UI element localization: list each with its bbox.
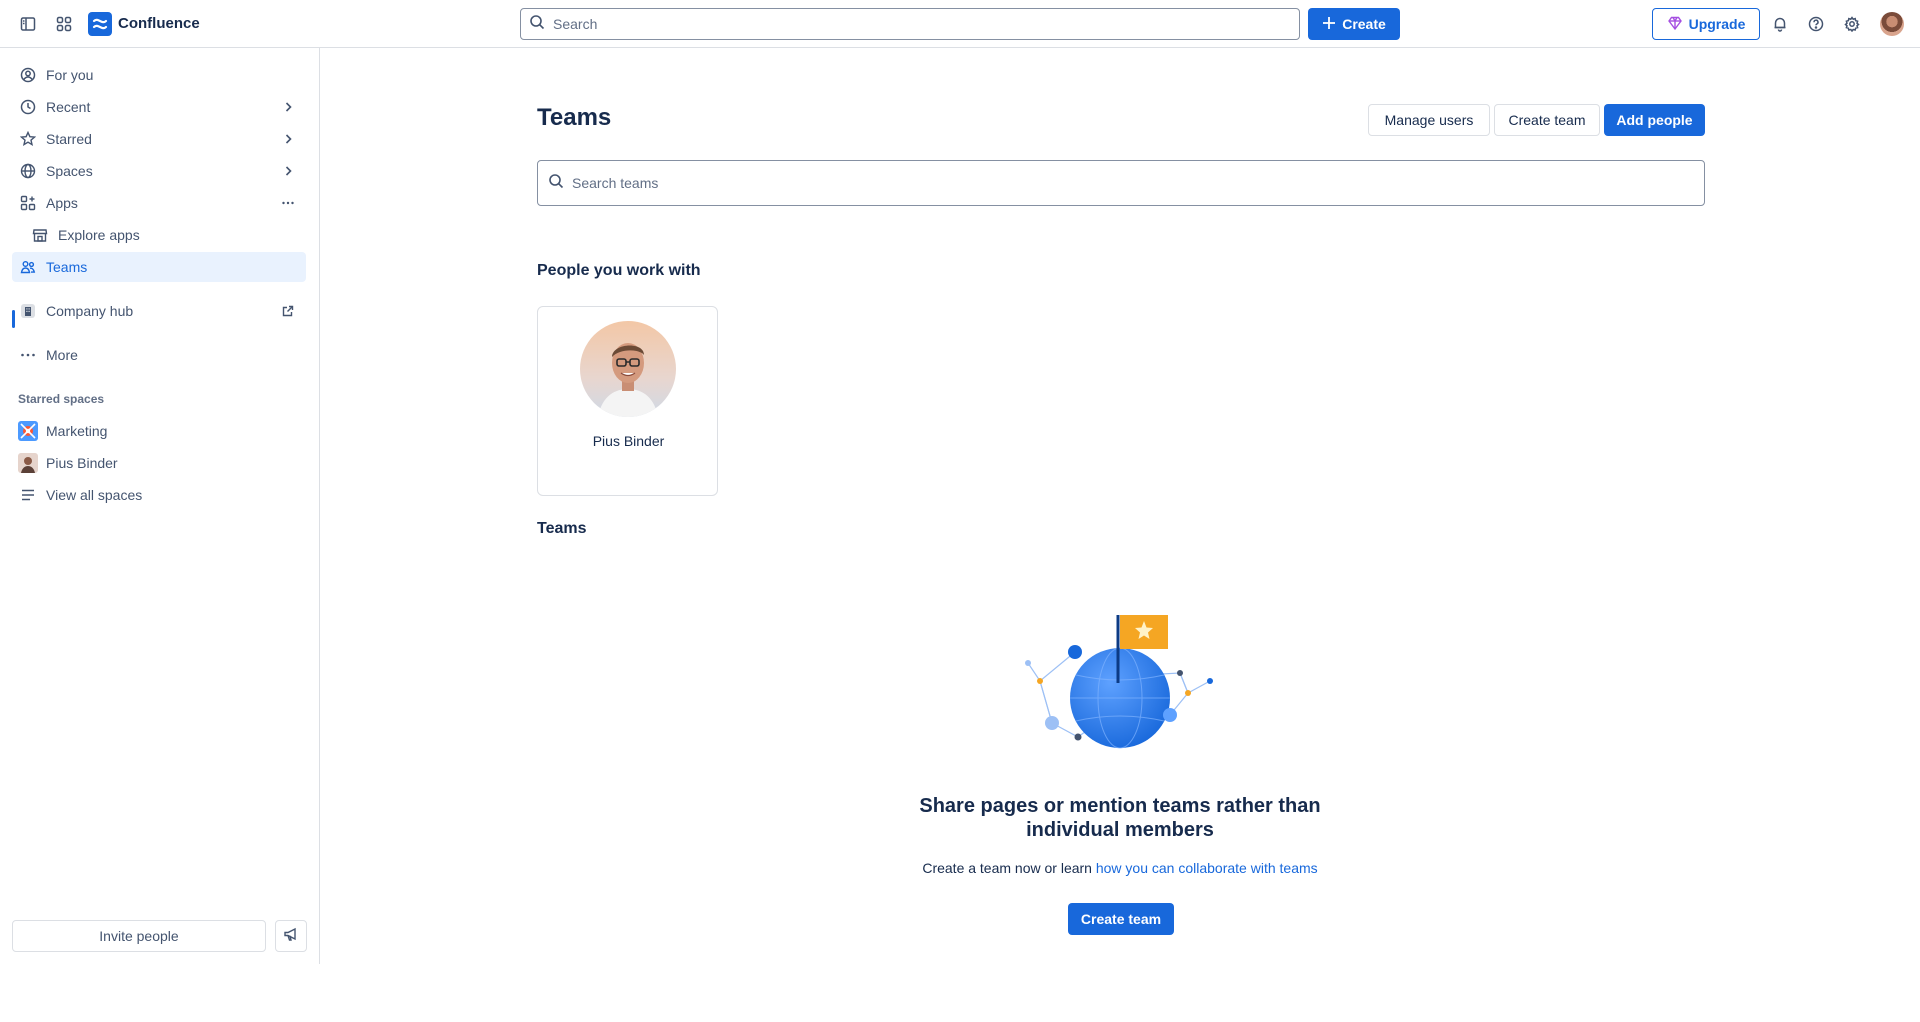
clock-icon	[18, 97, 38, 117]
settings-gear-icon[interactable]	[1840, 12, 1864, 36]
upgrade-button[interactable]: Upgrade	[1652, 8, 1760, 40]
invite-people-button[interactable]: Invite people	[12, 920, 266, 952]
globe-flag-illustration	[1020, 605, 1220, 755]
external-link-icon[interactable]	[280, 303, 296, 319]
sidebar-item-view-all-spaces[interactable]: View all spaces	[12, 480, 306, 510]
sidebar-item-label: Marketing	[46, 423, 108, 439]
sidebar-item-label: More	[46, 347, 78, 363]
person-name[interactable]: Pius Binder	[538, 433, 719, 449]
empty-state-text-prefix: Create a team now or learn	[922, 860, 1096, 876]
add-people-button[interactable]: Add people	[1604, 104, 1705, 136]
empty-state-create-team-button[interactable]: Create team	[1068, 903, 1174, 935]
sidebar-item-label: Pius Binder	[46, 455, 118, 471]
marketing-space-icon	[18, 421, 38, 441]
confluence-logo-icon[interactable]	[88, 12, 112, 36]
sidebar-item-company-hub[interactable]: Company hub	[12, 296, 306, 326]
starred-space-pius-binder[interactable]: Pius Binder	[12, 448, 306, 478]
app-switcher-icon[interactable]	[52, 12, 76, 36]
company-hub-icon	[18, 301, 38, 321]
sidebar-item-label: Company hub	[46, 303, 134, 319]
help-icon[interactable]	[1804, 12, 1828, 36]
profile-avatar[interactable]	[1880, 12, 1904, 36]
product-name[interactable]: Confluence	[118, 15, 200, 32]
apps-icon	[18, 193, 38, 213]
people-icon	[18, 257, 38, 277]
team-search-input[interactable]	[572, 175, 1672, 191]
collaborate-with-teams-link[interactable]: how you can collaborate with teams	[1096, 860, 1318, 876]
sidebar-item-label: View all spaces	[46, 487, 143, 503]
globe-icon	[18, 161, 38, 181]
notifications-bell-icon[interactable]	[1768, 12, 1792, 36]
sidebar-item-label: Teams	[46, 259, 88, 275]
sidebar-item-label: Starred	[46, 131, 92, 147]
starred-spaces-heading: Starred spaces	[18, 392, 105, 406]
page-title: Teams	[537, 104, 612, 131]
global-search-box[interactable]	[520, 8, 1300, 40]
chevron-right-icon[interactable]	[280, 163, 296, 179]
create-button[interactable]: Create	[1308, 8, 1400, 40]
sidebar: For you Recent Starred Spaces Apps Explo…	[0, 48, 320, 964]
top-navigation-bar: Confluence Create Upgrade	[0, 0, 1920, 48]
sidebar-item-recent[interactable]: Recent	[12, 92, 306, 122]
empty-state-text: Create a team now or learn how you can c…	[820, 860, 1420, 876]
megaphone-icon	[283, 926, 299, 947]
chevron-right-icon[interactable]	[280, 99, 296, 115]
more-icon	[18, 345, 38, 365]
create-button-label: Create	[1342, 16, 1386, 32]
sidebar-item-label: Spaces	[46, 163, 93, 179]
sidebar-item-more[interactable]: More	[12, 340, 306, 370]
more-icon[interactable]	[280, 195, 296, 211]
teams-section-heading: Teams	[537, 520, 587, 537]
star-icon	[18, 129, 38, 149]
plus-icon	[1322, 16, 1336, 33]
store-icon	[30, 225, 50, 245]
sidebar-item-apps[interactable]: Apps	[12, 188, 306, 218]
sidebar-item-teams[interactable]: Teams	[12, 252, 306, 282]
upgrade-button-label: Upgrade	[1688, 16, 1746, 32]
sidebar-toggle-icon[interactable]	[16, 12, 40, 36]
sidebar-item-spaces[interactable]: Spaces	[12, 156, 306, 186]
global-search-input[interactable]	[553, 16, 1253, 32]
manage-users-button[interactable]: Manage users	[1368, 104, 1490, 136]
search-icon	[529, 14, 545, 35]
sidebar-item-label: For you	[46, 67, 94, 83]
list-icon	[18, 485, 38, 505]
personal-space-avatar	[18, 453, 38, 473]
sidebar-item-explore-apps[interactable]: Explore apps	[24, 220, 306, 250]
sidebar-item-for-you[interactable]: For you	[12, 60, 306, 90]
sidebar-item-label: Explore apps	[58, 227, 140, 243]
sidebar-item-starred[interactable]: Starred	[12, 124, 306, 154]
person-card[interactable]: Pius Binder	[537, 306, 718, 496]
gem-icon	[1667, 15, 1683, 34]
sidebar-item-label: Recent	[46, 99, 91, 115]
starred-space-marketing[interactable]: Marketing	[12, 416, 306, 446]
feedback-button[interactable]	[275, 920, 307, 952]
sidebar-item-label: Apps	[46, 195, 78, 211]
user-circle-icon	[18, 65, 38, 85]
search-icon	[548, 173, 564, 194]
team-search-box[interactable]	[537, 160, 1705, 206]
person-avatar	[580, 321, 676, 417]
people-section-heading: People you work with	[537, 262, 701, 279]
create-team-button[interactable]: Create team	[1494, 104, 1600, 136]
chevron-right-icon[interactable]	[280, 131, 296, 147]
empty-state-heading: Share pages or mention teams rather than…	[919, 795, 1321, 841]
